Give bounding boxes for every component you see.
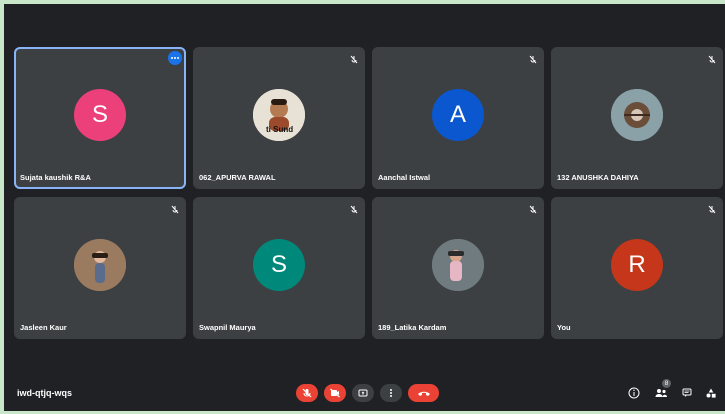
avatar-photo: ti Sund	[253, 89, 305, 142]
avatar: S	[74, 89, 126, 142]
participant-name: Aanchal Istwal	[378, 173, 431, 182]
participant-tile[interactable]: S Swapnil Maurya	[193, 197, 365, 339]
participant-name: 132 ANUSHKA DAHIYA	[557, 173, 639, 182]
chat-button[interactable]	[680, 386, 694, 400]
meeting-code: iwd-qtjq-wqs	[17, 388, 72, 398]
avatar-photo	[432, 239, 484, 292]
mic-off-icon	[528, 52, 538, 64]
mic-off-icon	[349, 202, 359, 214]
frame-border	[0, 0, 4, 414]
participant-name: Sujata kaushik R&A	[20, 173, 91, 182]
mic-off-icon	[707, 52, 717, 64]
participant-name: You	[557, 323, 571, 332]
avatar: S	[253, 239, 305, 292]
participant-name: Jasleen Kaur	[20, 323, 67, 332]
participant-tile[interactable]: 189_Latika Kardam	[372, 197, 544, 339]
mic-off-icon	[302, 388, 312, 398]
people-icon	[655, 389, 667, 397]
meeting-info-button[interactable]	[627, 386, 641, 400]
leave-call-icon	[417, 391, 430, 396]
more-options-button[interactable]	[380, 384, 402, 402]
participant-name: Swapnil Maurya	[199, 323, 256, 332]
avatar: A	[432, 89, 484, 142]
participant-tile[interactable]: A Aanchal Istwal	[372, 47, 544, 189]
more-options-icon[interactable]	[168, 51, 182, 65]
mic-off-icon	[349, 52, 359, 64]
mic-off-icon	[528, 202, 538, 214]
photo-caption: ti Sund	[266, 125, 293, 134]
leave-call-button[interactable]	[408, 384, 439, 402]
camera-toggle-button[interactable]	[324, 384, 346, 402]
chat-icon	[682, 388, 692, 397]
info-icon	[628, 387, 640, 399]
mic-off-icon	[170, 202, 180, 214]
mic-toggle-button[interactable]	[296, 384, 318, 402]
avatar-photo	[611, 89, 663, 142]
participant-name: 062_APURVA RAWAL	[199, 173, 276, 182]
people-button[interactable]	[654, 386, 668, 400]
camera-off-icon	[330, 388, 340, 398]
mic-off-icon	[707, 202, 717, 214]
present-screen-icon	[358, 389, 368, 397]
activities-button[interactable]	[704, 386, 718, 400]
participant-tile[interactable]: R You	[551, 197, 723, 339]
participant-tile[interactable]: ti Sund 062_APURVA RAWAL	[193, 47, 365, 189]
meet-window: S Sujata kaushik R&A ti Sund 062_APURVA …	[0, 0, 725, 414]
participant-name: 189_Latika Kardam	[378, 323, 447, 332]
avatar: R	[611, 239, 663, 292]
participant-tile[interactable]: Jasleen Kaur	[14, 197, 186, 339]
more-options-icon	[390, 389, 392, 397]
present-button[interactable]	[352, 384, 374, 402]
activities-icon	[706, 388, 716, 398]
frame-border	[0, 0, 725, 4]
participant-tile[interactable]: S Sujata kaushik R&A	[14, 47, 186, 189]
avatar-photo	[74, 239, 126, 292]
participant-grid: S Sujata kaushik R&A ti Sund 062_APURVA …	[14, 47, 723, 339]
participant-tile[interactable]: 132 ANUSHKA DAHIYA	[551, 47, 723, 189]
